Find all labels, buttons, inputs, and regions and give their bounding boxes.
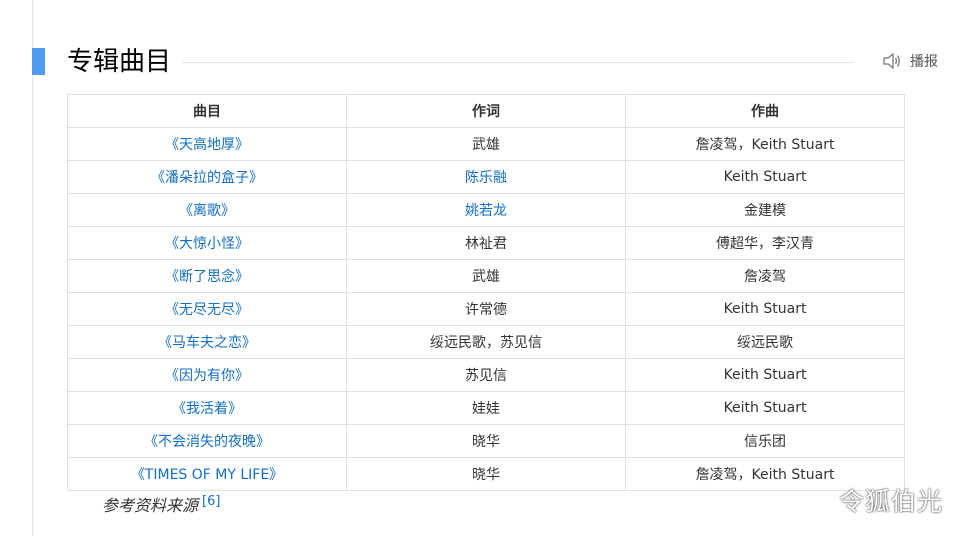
lyricist-text: 林祉君 [465, 236, 507, 252]
lyricist-link[interactable]: 姚若龙 [465, 203, 507, 219]
play-label: 播报 [910, 54, 938, 70]
lyricist-cell: 绥远民歌，苏见信 [346, 325, 626, 359]
composer-cell: 金建模 [625, 193, 905, 227]
lyricist-cell: 苏见信 [346, 358, 626, 392]
lyricist-cell: 陈乐融 [346, 160, 626, 194]
song-cell: 《大惊小怪》 [67, 226, 347, 260]
lyricist-cell: 姚若龙 [346, 193, 626, 227]
composer-cell: 傅超华，李汉青 [625, 226, 905, 260]
song-cell: 《潘朵拉的盒子》 [67, 160, 347, 194]
lyricist-text: 绥远民歌，苏见信 [430, 335, 542, 351]
song-title-link[interactable]: 《大惊小怪》 [165, 236, 249, 252]
lyricist-cell: 晓华 [346, 424, 626, 458]
header-song: 曲目 [67, 94, 347, 128]
section-title: 专辑曲目 [67, 47, 172, 77]
lyricist-cell: 武雄 [346, 259, 626, 293]
composer-cell: 信乐团 [625, 424, 905, 458]
composer-text: Keith Stuart [723, 169, 807, 185]
table-row: 《无尽无尽》 许常德 Keith Stuart [67, 292, 905, 326]
lyricist-cell: 晓华 [346, 457, 626, 491]
lyricist-cell: 武雄 [346, 127, 626, 161]
composer-text: 傅超华，李汉青 [716, 236, 814, 252]
song-cell: 《断了思念》 [67, 259, 347, 293]
song-cell: 《离歌》 [67, 193, 347, 227]
composer-text: 绥远民歌 [737, 335, 793, 351]
song-cell: 《不会消失的夜晚》 [67, 424, 347, 458]
song-title-link[interactable]: 《马车夫之恋》 [158, 335, 256, 351]
table-row: 《潘朵拉的盒子》 陈乐融 Keith Stuart [67, 160, 905, 194]
section-header: 专辑曲目 播报 [32, 40, 952, 88]
composer-cell: Keith Stuart [625, 391, 905, 425]
composer-cell: 詹凌驾，Keith Stuart [625, 127, 905, 161]
song-title-link[interactable]: 《因为有你》 [165, 368, 249, 384]
song-cell: 《马车夫之恋》 [67, 325, 347, 359]
song-title-link[interactable]: 《我活着》 [172, 401, 242, 417]
composer-text: Keith Stuart [723, 400, 807, 416]
table-row: 《因为有你》 苏见信 Keith Stuart [67, 358, 905, 392]
composer-cell: Keith Stuart [625, 160, 905, 194]
song-cell: 《我活着》 [67, 391, 347, 425]
composer-cell: 詹凌驾 [625, 259, 905, 293]
lyricist-cell: 许常德 [346, 292, 626, 326]
composer-cell: 绥远民歌 [625, 325, 905, 359]
speaker-icon [882, 52, 902, 70]
song-title-link[interactable]: 《无尽无尽》 [165, 302, 249, 318]
song-cell: 《因为有你》 [67, 358, 347, 392]
composer-text: 詹凌驾，Keith Stuart [695, 467, 835, 483]
table-row: 《离歌》 姚若龙 金建模 [67, 193, 905, 227]
song-cell: 《天高地厚》 [67, 127, 347, 161]
song-title-link[interactable]: 《TIMES OF MY LIFE》 [131, 467, 283, 483]
lyricist-text: 娃娃 [472, 401, 500, 417]
watermark: 令狐伯光 [838, 487, 943, 516]
table-row: 《我活着》 娃娃 Keith Stuart [67, 391, 905, 425]
reference-text: 参考资料来源 [102, 496, 199, 515]
song-title-link[interactable]: 《离歌》 [179, 203, 235, 219]
composer-text: 金建模 [744, 203, 786, 219]
table-row: 《不会消失的夜晚》 晓华 信乐团 [67, 424, 905, 458]
composer-text: Keith Stuart [723, 367, 807, 383]
table-row: 《天高地厚》 武雄 詹凌驾，Keith Stuart [67, 127, 905, 161]
table-header-row: 曲目 作词 作曲 [67, 94, 905, 128]
lyricist-text: 晓华 [472, 467, 500, 483]
table-row: 《TIMES OF MY LIFE》 晓华 詹凌驾，Keith Stuart [67, 457, 905, 491]
lyricist-link[interactable]: 陈乐融 [465, 170, 507, 186]
lyricist-text: 苏见信 [465, 368, 507, 384]
composer-text: 詹凌驾，Keith Stuart [695, 137, 835, 153]
reference-note: 参考资料来源 [6] [102, 492, 220, 516]
composer-text: 詹凌驾 [744, 269, 786, 285]
lyricist-text: 晓华 [472, 434, 500, 450]
section-divider [182, 62, 854, 63]
table-row: 《大惊小怪》 林祉君 傅超华，李汉青 [67, 226, 905, 260]
song-cell: 《TIMES OF MY LIFE》 [67, 457, 347, 491]
lyricist-cell: 林祉君 [346, 226, 626, 260]
lyricist-text: 武雄 [472, 137, 500, 153]
song-title-link[interactable]: 《潘朵拉的盒子》 [151, 170, 263, 186]
table-row: 《马车夫之恋》 绥远民歌，苏见信 绥远民歌 [67, 325, 905, 359]
composer-cell: Keith Stuart [625, 358, 905, 392]
table-row: 《断了思念》 武雄 詹凌驾 [67, 259, 905, 293]
composer-cell: Keith Stuart [625, 292, 905, 326]
song-title-link[interactable]: 《断了思念》 [165, 269, 249, 285]
lyricist-text: 许常德 [465, 302, 507, 318]
track-table: 曲目 作词 作曲 《天高地厚》 武雄 詹凌驾，Keith Stuart 《潘朵拉的盒子… [67, 94, 905, 491]
song-title-link[interactable]: 《不会消失的夜晚》 [144, 434, 270, 450]
header-composer: 作曲 [625, 94, 905, 128]
play-button[interactable]: 播报 [882, 49, 938, 73]
composer-text: Keith Stuart [723, 301, 807, 317]
reference-marker-link[interactable]: [6] [202, 494, 220, 509]
lyricist-text: 武雄 [472, 269, 500, 285]
lyricist-cell: 娃娃 [346, 391, 626, 425]
section-accent-bar [32, 48, 45, 75]
song-title-link[interactable]: 《天高地厚》 [165, 137, 249, 153]
composer-text: 信乐团 [744, 434, 786, 450]
song-cell: 《无尽无尽》 [67, 292, 347, 326]
header-lyricist: 作词 [346, 94, 626, 128]
